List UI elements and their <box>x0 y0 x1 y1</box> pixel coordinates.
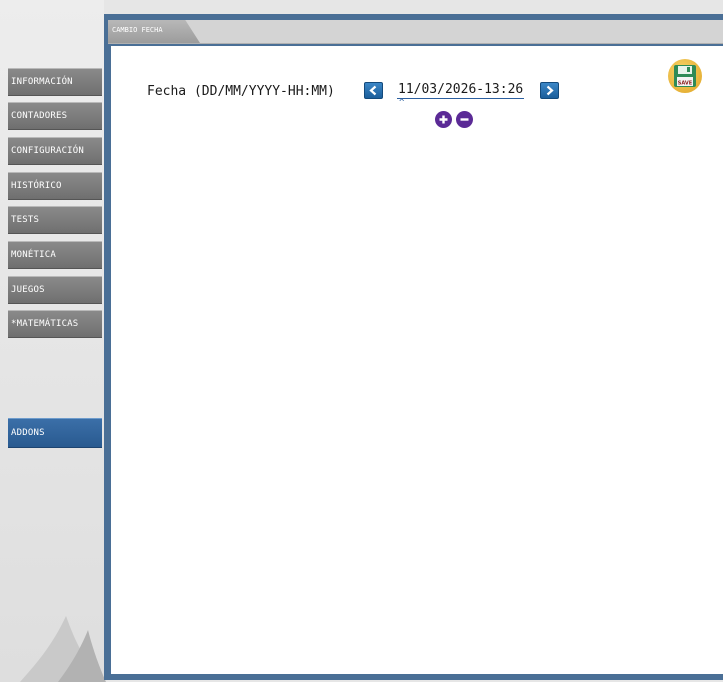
date-value[interactable]: 11/03/2026-13:26 <box>397 82 525 99</box>
save-label: SAVE <box>678 81 693 87</box>
sidebar-item-contadores[interactable]: CONTADORES <box>8 102 102 130</box>
sidebar-item-juegos[interactable]: JUEGOS <box>8 276 102 304</box>
decrement-button[interactable] <box>456 111 473 128</box>
sidebar-item-monetica[interactable]: MONÉTICA <box>8 241 102 269</box>
sidebar-item-configuracion[interactable]: CONFIGURACIÓN <box>8 137 102 165</box>
save-button[interactable]: SAVE <box>668 59 702 93</box>
sidebar-item-addons[interactable]: ADDONS <box>8 418 102 448</box>
sidebar-item-tests[interactable]: TESTS <box>8 206 102 234</box>
tab-cambio-fecha[interactable]: CAMBIO FECHA <box>108 20 200 43</box>
content-panel: Fecha (DD/MM/YYYY-HH:MM) 11/03/2026-13:2… <box>111 46 723 674</box>
floppy-disk-icon: SAVE <box>674 65 696 87</box>
increment-button[interactable] <box>435 111 452 128</box>
next-date-button[interactable] <box>540 82 559 99</box>
plus-circle-icon <box>439 115 448 124</box>
brand-logo <box>20 616 106 682</box>
sidebar-item-matematicas[interactable]: *MATEMÁTICAS <box>8 310 102 338</box>
tab-bar: CAMBIO FECHA <box>108 20 723 44</box>
chevron-right-icon <box>546 85 554 96</box>
date-field-label: Fecha (DD/MM/YYYY-HH:MM) <box>147 84 335 99</box>
minus-circle-icon <box>460 118 469 121</box>
chevron-left-icon <box>369 85 377 96</box>
sidebar: INFORMACIÓN CONTADORES CONFIGURACIÓN HIS… <box>0 0 106 682</box>
sidebar-item-informacion[interactable]: INFORMACIÓN <box>8 68 102 96</box>
cursor-caret: ^ <box>399 98 405 108</box>
prev-date-button[interactable] <box>364 82 383 99</box>
sidebar-item-historico[interactable]: HISTÓRICO <box>8 172 102 200</box>
